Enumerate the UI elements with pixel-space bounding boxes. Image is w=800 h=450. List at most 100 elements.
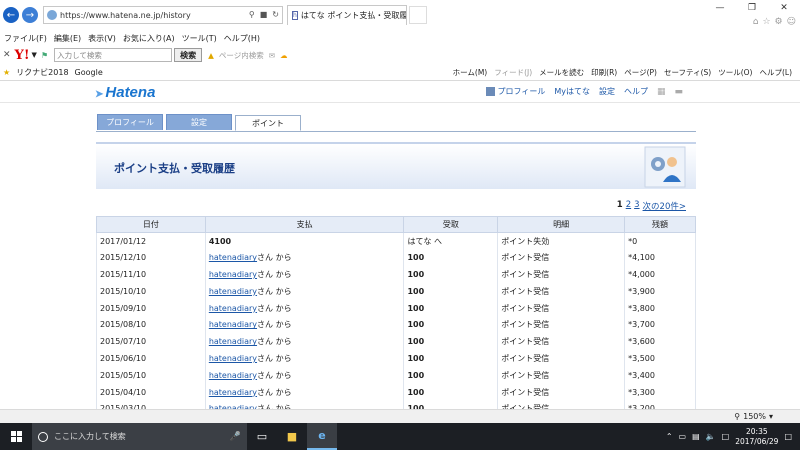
refresh-icon[interactable]: ↻	[272, 10, 279, 19]
tab-title: はてな ポイント支払・受取履...	[300, 11, 407, 20]
browser-tab-active[interactable]: h はてな ポイント支払・受取履... ✕	[287, 5, 407, 25]
cell-pay: hatenadiaryさん から	[204, 249, 405, 267]
maximize-button[interactable]: ❐	[736, 0, 768, 16]
home-icon[interactable]: ⌂	[753, 17, 759, 27]
tab-settings[interactable]: 設定	[166, 114, 232, 130]
page-2-link[interactable]: 2	[626, 200, 631, 212]
forward-button[interactable]: →	[22, 7, 38, 23]
favorite-google[interactable]: Google	[75, 68, 103, 77]
page-search-button[interactable]: ページ内検索	[219, 50, 264, 61]
close-toolbar-icon[interactable]: ✕	[3, 50, 11, 60]
cmd-help[interactable]: ヘルプ(L)	[759, 67, 792, 78]
apps-grid-icon[interactable]: ▦	[657, 87, 666, 97]
nav-my-hatena[interactable]: Myはてな	[554, 86, 590, 97]
browser-tool-icons: ⌂ ☆ ⚙ ☺	[753, 17, 796, 27]
nav-help[interactable]: ヘルプ	[624, 86, 648, 97]
cell-recv: 100	[403, 249, 499, 267]
menu-edit[interactable]: 編集(E)	[54, 33, 81, 44]
menu-favorites[interactable]: お気に入り(A)	[123, 33, 175, 44]
back-button[interactable]: ←	[3, 7, 19, 23]
sender-link[interactable]: hatenadiary	[209, 337, 257, 346]
cell-pay: hatenadiaryさん から	[204, 366, 405, 384]
header-nav: プロフィール Myはてな 設定 ヘルプ ▦ ▬	[486, 86, 683, 97]
cmd-print[interactable]: 印刷(R)	[591, 67, 617, 78]
menu-file[interactable]: ファイル(F)	[4, 33, 47, 44]
shield-icon[interactable]: ▲	[208, 51, 214, 60]
internet-explorer-icon[interactable]: e	[307, 423, 337, 450]
volume-icon[interactable]: 🔈	[706, 432, 716, 441]
page-3-link[interactable]: 3	[634, 200, 639, 212]
close-window-button[interactable]: ✕	[768, 0, 800, 16]
bookmark-icon[interactable]: ⚑	[41, 51, 48, 60]
hatena-logo[interactable]: ➤ Hatena	[95, 84, 155, 101]
ime-icon[interactable]: □	[722, 432, 730, 441]
menu-help[interactable]: ヘルプ(H)	[224, 33, 260, 44]
minimize-button[interactable]: —	[704, 0, 736, 16]
tab-profile[interactable]: プロフィール	[97, 114, 163, 130]
weather-icon[interactable]: ☁	[280, 51, 288, 60]
file-explorer-icon[interactable]: ■	[277, 423, 307, 450]
sender-link[interactable]: hatenadiary	[209, 253, 257, 262]
search-icon[interactable]: ⚲	[249, 10, 255, 19]
cell-pay: hatenadiaryさん から	[204, 316, 405, 334]
microphone-icon[interactable]: 🎤	[230, 432, 241, 442]
next-page-link[interactable]: 次の20件>	[643, 200, 686, 212]
battery-icon[interactable]: ▭	[679, 432, 687, 441]
yahoo-search-button[interactable]: 検索	[174, 48, 203, 62]
sender-link[interactable]: hatenadiary	[209, 388, 257, 397]
cell-balance: *3,600	[624, 333, 696, 351]
sender-link[interactable]: hatenadiary	[209, 287, 257, 296]
zoom-level: 150%	[743, 412, 766, 421]
command-bar: ホーム(M) フィード(J) メールを読む 印刷(R) ページ(P) セーフティ…	[453, 65, 792, 79]
cell-pay: hatenadiaryさん から	[204, 333, 405, 351]
taskbar-search[interactable]: ここに入力して検索 🎤	[32, 423, 247, 450]
sender-link[interactable]: hatenadiary	[209, 304, 257, 313]
cell-recv: 100	[403, 316, 499, 334]
lock-icon[interactable]: ■	[260, 10, 268, 19]
cell-balance: *3,500	[624, 350, 696, 367]
cmd-feed[interactable]: フィード(J)	[494, 67, 532, 78]
smiley-icon[interactable]: ☺	[787, 17, 796, 27]
cmd-read-mail[interactable]: メールを読む	[539, 67, 584, 78]
yahoo-search-input[interactable]: 入力して検索	[54, 48, 173, 62]
yahoo-logo[interactable]: Y!	[15, 48, 30, 63]
menu-tools[interactable]: ツール(T)	[182, 33, 217, 44]
tab-points[interactable]: ポイント	[235, 115, 301, 131]
cell-pay: hatenadiaryさん から	[204, 383, 405, 401]
cmd-home[interactable]: ホーム(M)	[453, 67, 488, 78]
sender-link[interactable]: hatenadiary	[209, 270, 257, 279]
sender-link[interactable]: hatenadiary	[209, 371, 257, 380]
cmd-tools[interactable]: ツール(O)	[718, 67, 752, 78]
favorite-rikunabi[interactable]: リクナビ2018	[16, 67, 68, 78]
sender-suffix: さん から	[257, 253, 292, 263]
cell-detail: ポイント受信	[497, 350, 626, 367]
start-button[interactable]	[0, 423, 32, 450]
favorites-star-icon[interactable]: ★	[3, 68, 10, 77]
nav-profile[interactable]: プロフィール	[486, 86, 545, 97]
dropdown-icon[interactable]: ▼	[32, 51, 37, 59]
network-icon[interactable]: ▤	[692, 432, 700, 441]
zoom-control[interactable]: ⚲ 150% ▾	[734, 412, 773, 421]
table-row: 2015/11/10 hatenadiaryさん から 100 ポイント受信 *4,00…	[96, 266, 696, 283]
nav-settings[interactable]: 設定	[599, 86, 615, 97]
gear-icon[interactable]: ⚙	[775, 17, 783, 27]
sender-link[interactable]: hatenadiary	[209, 320, 257, 329]
pagination: 1 2 3 次の20件>	[617, 200, 686, 212]
cell-balance: *3,800	[624, 299, 696, 317]
new-tab-button[interactable]	[409, 6, 427, 24]
mail-icon[interactable]: ✉	[269, 51, 275, 60]
sender-link[interactable]: hatenadiary	[209, 354, 257, 363]
clock[interactable]: 20:35 2017/06/29	[735, 427, 778, 447]
nav-profile-label: プロフィール	[497, 87, 546, 96]
page-current: 1	[616, 200, 623, 210]
cmd-safety[interactable]: セーフティ(S)	[664, 67, 711, 78]
notifications-icon[interactable]: □	[784, 432, 792, 441]
table-header-row: 日付 支払 受取 明細 残額	[96, 216, 696, 233]
url-field[interactable]: https://www.hatena.ne.jp/history ⚲ ■ ↻	[43, 6, 283, 24]
notification-icon[interactable]: ▬	[674, 87, 683, 97]
cmd-page[interactable]: ページ(P)	[624, 67, 657, 78]
tray-arrow-icon[interactable]: ⌃	[666, 432, 673, 441]
favorites-star-icon[interactable]: ☆	[762, 17, 770, 27]
task-view-icon[interactable]: ▭	[247, 423, 277, 450]
menu-view[interactable]: 表示(V)	[88, 33, 116, 44]
